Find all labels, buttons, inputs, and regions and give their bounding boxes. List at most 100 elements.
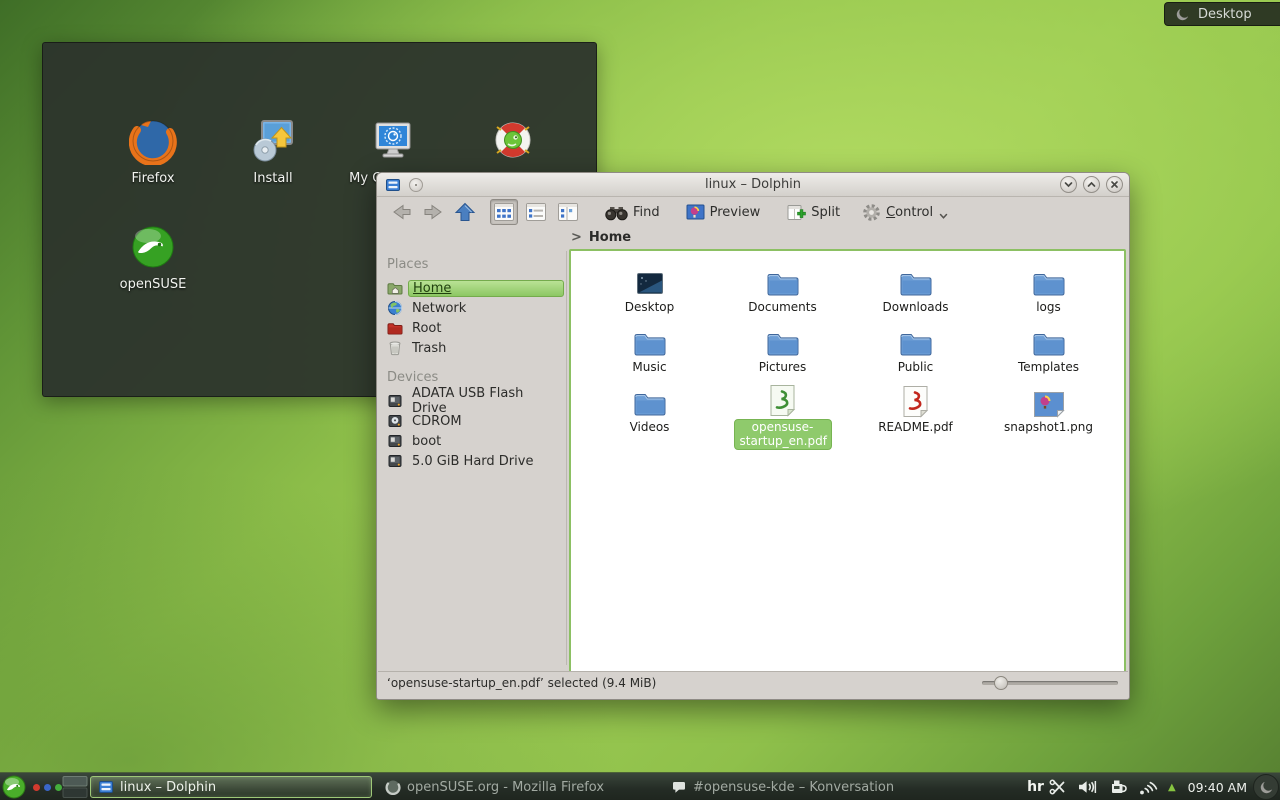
place-network[interactable]: Network [383, 298, 566, 318]
folder-icon [1032, 264, 1066, 298]
status-bar: ‘opensuse-startup_en.pdf’ selected (9.4 … [378, 671, 1128, 693]
network-signal-icon[interactable] [1138, 778, 1159, 796]
speech-bubble-icon [671, 780, 687, 795]
find-button[interactable]: Find [605, 204, 660, 221]
klipper-scissors-icon[interactable] [1049, 779, 1067, 795]
trash-icon [387, 340, 403, 356]
device-usb-flash-drive[interactable]: ADATA USB Flash Drive [383, 391, 566, 411]
image-file-icon [1033, 384, 1065, 418]
task-konversation[interactable]: #opensuse-kde – Konversation [664, 776, 950, 798]
printer-icon[interactable] [1109, 779, 1128, 795]
file-item[interactable]: Templates [982, 324, 1115, 384]
file-item[interactable]: Videos [583, 384, 716, 444]
geeko-ball-icon [129, 223, 177, 271]
virtual-desktop-pager[interactable] [62, 775, 88, 799]
zoom-slider-handle[interactable] [994, 676, 1008, 690]
firefox-icon [385, 779, 401, 795]
dolphin-window: linux – Dolphin Find Preview Split [376, 172, 1130, 700]
device-boot[interactable]: boot [383, 431, 566, 451]
window-title: linux – Dolphin [377, 177, 1129, 192]
volume-icon[interactable] [1077, 779, 1099, 795]
red-folder-icon [387, 321, 403, 336]
minimize-button[interactable] [1060, 176, 1077, 193]
globe-icon [387, 300, 403, 316]
zoom-slider[interactable] [982, 681, 1118, 685]
split-view-icon [787, 204, 806, 221]
desktop-icon-firefox[interactable]: Firefox [97, 117, 209, 186]
firefox-icon [129, 117, 177, 165]
places-panel: Places Home Network Root Trash Devices [383, 251, 567, 665]
green-dot-icon [55, 784, 62, 791]
preview-image-icon [686, 204, 705, 220]
file-item-selected[interactable]: opensuse-startup_en.pdf [716, 384, 849, 444]
device-hard-drive[interactable]: 5.0 GiB Hard Drive [383, 451, 566, 471]
file-item[interactable]: logs [982, 264, 1115, 324]
computer-monitor-icon [369, 117, 417, 165]
desktop-icon-opensuse[interactable]: openSUSE [97, 223, 209, 292]
file-item[interactable]: Music [583, 324, 716, 384]
panel-toolbox-button[interactable] [1253, 774, 1279, 800]
titlebar[interactable]: linux – Dolphin [377, 173, 1129, 197]
location-bar[interactable]: > Home [377, 227, 1129, 249]
desktop-icon-install[interactable]: Install [217, 117, 329, 186]
columns-view-button[interactable] [554, 199, 582, 225]
desktop-toolbox-label: Desktop [1198, 7, 1252, 22]
task-firefox[interactable]: openSUSE.org - Mozilla Firefox [378, 776, 660, 798]
file-item[interactable]: snapshot1.png [982, 384, 1115, 444]
places-header: Places [387, 257, 566, 272]
tray-expander-icon[interactable]: ▲ [1168, 782, 1176, 793]
place-home[interactable]: Home [383, 278, 566, 298]
chevron-right-icon: > [571, 230, 582, 245]
maximize-button[interactable] [1083, 176, 1100, 193]
file-item[interactable]: Downloads [849, 264, 982, 324]
place-trash[interactable]: Trash [383, 338, 566, 358]
forward-button[interactable] [422, 203, 444, 221]
breadcrumb[interactable]: Home [589, 230, 631, 245]
app-launcher-button[interactable] [2, 775, 26, 799]
back-button[interactable] [391, 203, 413, 221]
preview-button[interactable]: Preview [686, 204, 761, 220]
file-item[interactable]: Desktop [583, 264, 716, 324]
quicklaunch-dots[interactable] [33, 784, 62, 791]
blue-dot-icon [44, 784, 51, 791]
keyboard-layout-indicator[interactable]: hr [1027, 779, 1044, 795]
cdrom-drive-icon [387, 413, 403, 429]
pdf-file-icon [902, 384, 929, 418]
drive-icon [387, 433, 403, 449]
desktop-toolbox-button[interactable]: Desktop [1164, 2, 1280, 26]
folder-icon [633, 324, 667, 358]
icons-view-icon [493, 202, 515, 222]
close-button[interactable] [1106, 176, 1123, 193]
drive-icon [387, 393, 403, 409]
pdf-file-icon [769, 384, 796, 417]
file-item[interactable]: Public [849, 324, 982, 384]
desktop: Desktop Firefox Install My Computer Onli… [0, 0, 1280, 800]
task-dolphin[interactable]: linux – Dolphin [90, 776, 372, 798]
cashew-icon [1259, 780, 1274, 795]
clock[interactable]: 09:40 AM [1188, 780, 1247, 795]
file-item[interactable]: README.pdf [849, 384, 982, 444]
binoculars-icon [605, 204, 628, 221]
folder-icon [899, 264, 933, 298]
folder-icon [766, 264, 800, 298]
columns-view-icon [557, 202, 579, 222]
control-button[interactable]: Control [862, 203, 948, 222]
icons-view-button[interactable] [490, 199, 518, 225]
install-disc-icon [249, 117, 297, 165]
folder-icon [1032, 324, 1066, 358]
details-view-button[interactable] [522, 199, 550, 225]
folder-icon [899, 324, 933, 358]
split-button[interactable]: Split [787, 204, 840, 221]
toolbar: Find Preview Split Control [377, 197, 1129, 227]
file-item[interactable]: Documents [716, 264, 849, 324]
system-tray: hr ▲ 09:40 AM [1027, 773, 1280, 800]
home-folder-icon [387, 281, 403, 296]
chevron-up-icon [1086, 179, 1097, 190]
red-dot-icon [33, 784, 40, 791]
file-view[interactable]: Desktop Documents Downloads logs Music P… [569, 249, 1126, 673]
folder-icon [766, 324, 800, 358]
devices-header: Devices [387, 370, 566, 385]
place-root[interactable]: Root [383, 318, 566, 338]
up-button[interactable] [454, 202, 476, 223]
file-item[interactable]: Pictures [716, 324, 849, 384]
